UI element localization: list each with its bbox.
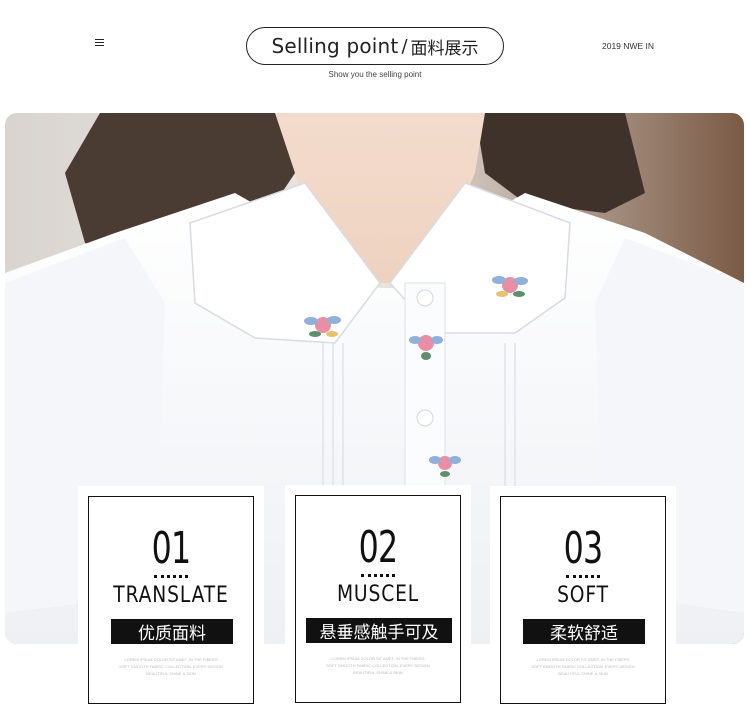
card-word: TRANSLATE (113, 583, 229, 608)
feature-card-2: 02 MUSCEL 悬垂感触手可及 LOREM IPSUM DOLOR SIT … (285, 485, 471, 713)
section-subtitle: Show you the selling point (328, 70, 422, 79)
dotted-divider (154, 575, 188, 578)
card-frame: 03 SOFT 柔软舒适 LOREM IPSUM DOLOR SIT AMET,… (500, 496, 666, 704)
section-title-pill: Selling point / 面料展示 (246, 27, 504, 65)
card-fine-print: LOREM IPSUM DOLOR SIT AMET, IN THE FIBER… (501, 657, 665, 676)
fine-line: BEAUTIFUL SHINE & SKIN (558, 671, 608, 676)
card-fine-print: LOREM IPSUM DOLOR SIT AMET, IN THE FIBER… (296, 656, 460, 675)
card-number: 01 (151, 523, 191, 574)
card-number: 03 (563, 523, 603, 574)
card-chinese-label: 悬垂感触手可及 (306, 618, 452, 643)
card-fine-print: LOREM IPSUM DOLOR SIT AMET, IN THE FIBER… (89, 657, 253, 676)
fine-line: LOREM IPSUM DOLOR SIT AMET, IN THE FIBER… (124, 657, 218, 662)
fine-line: BEAUTIFUL SHINE & SKIN (146, 671, 196, 676)
feature-card-3: 03 SOFT 柔软舒适 LOREM IPSUM DOLOR SIT AMET,… (490, 486, 676, 714)
card-word: SOFT (557, 583, 609, 608)
card-frame: 01 TRANSLATE 优质面料 LOREM IPSUM DOLOR SIT … (88, 496, 254, 704)
feature-card-1: 01 TRANSLATE 优质面料 LOREM IPSUM DOLOR SIT … (78, 486, 264, 714)
fine-line: SOFT SMOOTH FABRIC COLLECTION, EVERY DES… (119, 664, 223, 669)
card-number: 02 (358, 522, 398, 573)
card-chinese-label: 柔软舒适 (523, 619, 645, 644)
title-english: Selling point (271, 34, 399, 58)
dotted-divider (566, 575, 600, 578)
fine-line: SOFT SMOOTH FABRIC COLLECTION, EVERY DES… (326, 663, 430, 668)
card-word: MUSCEL (336, 582, 420, 607)
title-chinese: 面料展示 (410, 38, 479, 59)
fine-line: SOFT SMOOTH FABRIC COLLECTION, EVERY DES… (531, 664, 635, 669)
fine-line: LOREM IPSUM DOLOR SIT AMET, IN THE FIBER… (331, 656, 425, 661)
menu-icon[interactable] (95, 39, 104, 46)
card-frame: 02 MUSCEL 悬垂感触手可及 LOREM IPSUM DOLOR SIT … (295, 495, 461, 703)
dotted-divider (361, 574, 395, 577)
title-separator: / (401, 35, 408, 57)
card-chinese-label: 优质面料 (111, 619, 233, 644)
fine-line: BEAUTIFUL SHINE & SKIN (353, 670, 403, 675)
fine-line: LOREM IPSUM DOLOR SIT AMET, IN THE FIBER… (536, 657, 630, 662)
year-tag: 2019 NWE IN (602, 41, 654, 51)
